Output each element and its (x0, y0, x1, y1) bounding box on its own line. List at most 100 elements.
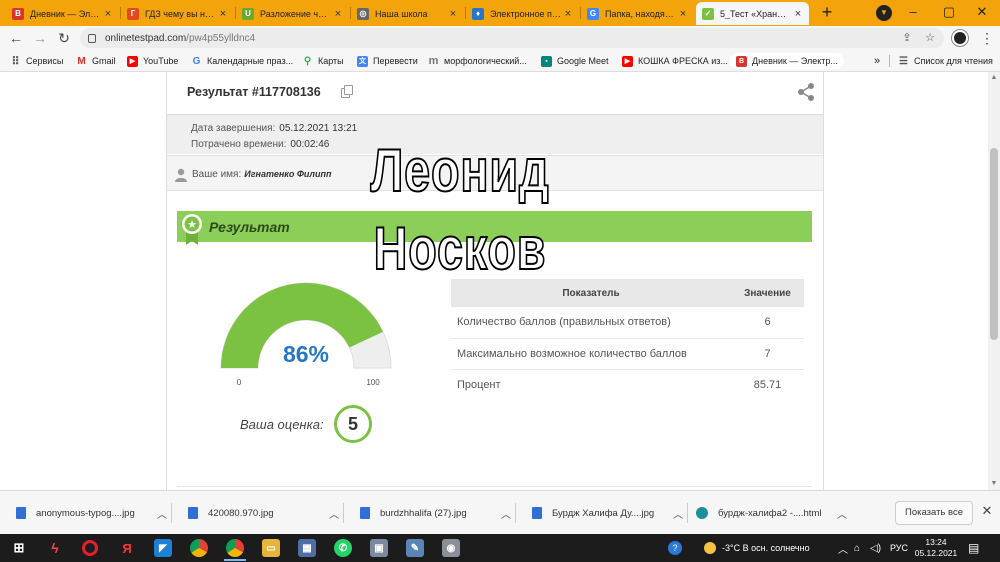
notifications-icon[interactable]: ▤ (968, 534, 979, 562)
person-icon (175, 168, 187, 182)
column-header-value: Значение (731, 279, 804, 307)
result-title: Результат #117708136 (187, 85, 321, 99)
tab-dnevnik[interactable]: В Дневник — Электронное × (6, 2, 119, 25)
copy-icon[interactable] (341, 85, 353, 98)
page-viewport: Результат #117708136 Дата завершения: 05.… (0, 72, 988, 490)
bookmark-calendar[interactable]: G Календарные праз... (191, 53, 293, 69)
chevron-up-icon[interactable]: ︿ (326, 506, 342, 521)
weather-widget[interactable]: -3°C В осн. солнечно (704, 534, 810, 562)
vscode-icon[interactable]: ◤ (154, 539, 172, 557)
volume-icon[interactable]: ◁) (870, 534, 881, 562)
yandex-browser-icon[interactable]: Я (118, 539, 136, 557)
globe-icon: ◎ (357, 7, 369, 20)
sun-icon (704, 542, 716, 554)
chevron-up-icon[interactable]: ︿ (154, 506, 170, 521)
file-explorer-icon[interactable]: ▭ (262, 539, 280, 557)
tab-elektronnoe[interactable]: ♦ Электронное приложение × (466, 2, 579, 25)
bookmark-label: морфологический... (444, 56, 527, 66)
grade-label: Ваша оценка: (240, 417, 324, 432)
download-filename: anonymous-typog....jpg (36, 507, 135, 519)
tab-label: 5_Тест «Хранение (720, 8, 791, 19)
weather-text: -3°C В осн. солнечно (722, 543, 810, 553)
address-bar[interactable]: onlinetestpad.com/pw4p55ylldnc4 ⇪ ☆ (80, 28, 944, 48)
language-indicator[interactable]: РУС (890, 534, 908, 562)
tab-search-icon[interactable]: ▼ (876, 5, 892, 21)
reload-icon[interactable]: ↻ (54, 28, 74, 48)
bookmark-dnevnik[interactable]: В Дневник — Электр... (730, 53, 844, 69)
chrome-icon[interactable] (190, 539, 208, 557)
chrome-active-icon[interactable] (226, 539, 244, 557)
close-icon[interactable]: × (678, 8, 688, 20)
minimize-button[interactable]: – (895, 0, 931, 26)
image-file-icon (16, 507, 26, 519)
bookmark-translate[interactable]: 文 Перевести (357, 53, 418, 69)
download-item[interactable]: бурдж-халифа2 -....html ︿ (680, 499, 850, 527)
bookmark-star-icon[interactable]: ☆ (923, 31, 937, 45)
menu-dots-icon[interactable]: ⋮ (980, 29, 994, 47)
reading-list-button[interactable]: ☰ Список для чтения (898, 53, 993, 69)
back-arrow-icon[interactable]: ← (6, 28, 26, 48)
tab-gdz[interactable]: Г ГДЗ чему вы научились × (121, 2, 234, 25)
download-item[interactable]: anonymous-typog....jpg ︿ (0, 499, 170, 527)
help-icon[interactable]: ? (668, 534, 682, 562)
image-file-icon (360, 507, 370, 519)
new-tab-button[interactable]: + (817, 3, 837, 23)
close-icon[interactable]: × (218, 8, 228, 20)
close-icon[interactable]: × (563, 8, 573, 20)
calculator-icon[interactable]: ▦ (298, 539, 316, 557)
download-item[interactable]: 420080.970.jpg ︿ (172, 499, 342, 527)
whatsapp-icon[interactable]: ✆ (334, 539, 352, 557)
profile-avatar[interactable] (952, 30, 968, 46)
download-item[interactable]: burdzhhalifa (27).jpg ︿ (344, 499, 514, 527)
chevron-up-icon[interactable]: ︿ (834, 506, 850, 521)
bookmark-youtube[interactable]: ▶ YouTube (127, 53, 178, 69)
bookmark-morfologicheskiy[interactable]: m морфологический... (428, 53, 527, 69)
lock-icon (88, 33, 96, 43)
page-scrollbar[interactable]: ▲ ▼ (988, 72, 1000, 490)
chevron-up-icon[interactable]: ︿ (498, 506, 514, 521)
show-all-downloads-button[interactable]: Показать все (895, 501, 973, 525)
letter-m-icon: m (428, 55, 439, 67)
column-header-indicator: Показатель (451, 279, 731, 307)
close-icon[interactable]: × (103, 8, 113, 20)
forward-arrow-icon[interactable]: → (30, 28, 50, 48)
scroll-up-icon[interactable]: ▲ (988, 72, 1000, 84)
opera-icon[interactable] (82, 540, 98, 556)
maximize-button[interactable]: ▢ (931, 0, 967, 26)
youtube-icon: ▶ (127, 55, 138, 67)
download-item[interactable]: Бурдж Халифа Ду....jpg ︿ (516, 499, 686, 527)
close-icon[interactable]: ✕ (980, 503, 994, 519)
notes-app-icon[interactable]: ✎ (406, 539, 424, 557)
bookmark-gmail[interactable]: M Gmail (76, 53, 115, 69)
close-window-button[interactable]: ✕ (964, 0, 1000, 26)
scrollbar-thumb[interactable] (990, 148, 998, 340)
name-value: Игнатенко Филипп (244, 169, 332, 179)
close-icon[interactable]: × (333, 8, 343, 20)
close-icon[interactable]: × (793, 8, 803, 20)
network-icon[interactable]: ⌂ (854, 534, 860, 562)
bookmarks-overflow-button[interactable]: » (874, 53, 880, 69)
bookmark-koshka[interactable]: ▶ КОШКА ФРЕСКА из... (622, 53, 728, 69)
bookmark-services[interactable]: ⠿ Сервисы (10, 53, 63, 69)
share-icon[interactable] (796, 82, 816, 102)
tab-test-active[interactable]: ✓ 5_Тест «Хранение × (696, 2, 809, 25)
bookmark-maps[interactable]: ⚲ Карты (302, 53, 344, 69)
tab-label: Папка, находящаяся (605, 8, 676, 19)
lightning-app-icon[interactable]: ϟ (46, 539, 64, 557)
download-filename: 420080.970.jpg (208, 507, 274, 519)
scroll-down-icon[interactable]: ▼ (988, 478, 1000, 490)
close-icon[interactable]: × (448, 8, 458, 20)
tab-nasha-shkola[interactable]: ◎ Наша школа × (351, 2, 464, 25)
system-clock[interactable]: 13:24 05.12.2021 (912, 537, 960, 559)
windows-start-icon[interactable]: ⊞ (10, 539, 28, 557)
dolphin-icon: ♦ (472, 7, 484, 20)
bookmark-google-meet[interactable]: ▪ Google Meet (541, 53, 609, 69)
tab-papka[interactable]: G Папка, находящаяся × (581, 2, 694, 25)
tray-up-chevron-icon[interactable]: ︿ (838, 534, 848, 562)
tab-razlozhenie[interactable]: U Разложение числа × (236, 2, 349, 25)
card-divider (177, 486, 812, 487)
laptop-app-icon[interactable]: ▣ (370, 539, 388, 557)
medal-icon: ★ (182, 214, 202, 245)
share-page-icon[interactable]: ⇪ (900, 31, 914, 45)
media-app-icon[interactable]: ◉ (442, 539, 460, 557)
